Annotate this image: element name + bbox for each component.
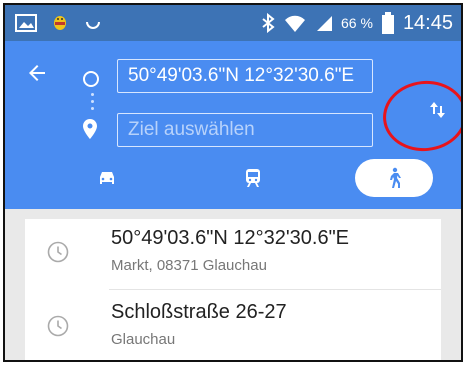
wifi-icon xyxy=(285,15,306,33)
item-title: Schloßstraße 26-27 xyxy=(111,301,287,323)
list-item[interactable]: 50°49'03.6"N 12°32'30.6"E Markt, 08371 G… xyxy=(25,219,441,290)
location-pin-icon xyxy=(83,119,97,143)
item-subtitle: Markt, 08371 Glauchau xyxy=(111,257,267,274)
divider xyxy=(109,289,441,290)
mode-transit-tab[interactable] xyxy=(235,159,271,197)
clock-icon xyxy=(47,241,69,263)
origin-circle-icon xyxy=(83,71,99,87)
travel-mode-tabs xyxy=(5,159,461,197)
clock-time: 14:45 xyxy=(402,11,453,34)
mode-driving-tab[interactable] xyxy=(89,159,125,197)
item-title: 50°49'03.6"N 12°32'30.6"E xyxy=(111,227,350,249)
clock-icon xyxy=(47,315,69,337)
screenshot-frame: 66 % 14:45 50°49'03.6"N 12°32'30.6"E Zie… xyxy=(3,3,463,362)
notification-icons xyxy=(15,13,103,33)
status-bar: 66 % 14:45 xyxy=(5,5,461,41)
route-dots-icon xyxy=(91,93,94,111)
train-icon xyxy=(246,169,260,187)
recent-destinations-list: 50°49'03.6"N 12°32'30.6"E Markt, 08371 G… xyxy=(25,219,441,360)
arrow-back-icon xyxy=(29,65,45,81)
car-icon xyxy=(100,172,114,184)
bluetooth-icon xyxy=(262,13,275,33)
back-button[interactable] xyxy=(19,55,55,91)
sync-icon xyxy=(86,21,100,29)
gallery-icon xyxy=(15,14,37,32)
item-subtitle: Glauchau xyxy=(111,331,176,348)
signal-icon xyxy=(317,16,333,31)
red-annotation-circle xyxy=(379,76,461,156)
battery-percent: 66 % xyxy=(341,15,373,31)
mode-walking-tab[interactable] xyxy=(355,159,433,197)
origin-input[interactable]: 50°49'03.6"N 12°32'30.6"E xyxy=(117,59,373,93)
directions-panel: 50°49'03.6"N 12°32'30.6"E Ziel auswählen xyxy=(5,41,461,209)
battery-icon xyxy=(381,12,394,34)
list-item[interactable]: Schloßstraße 26-27 Glauchau xyxy=(25,293,441,360)
status-indicators: 66 % 14:45 xyxy=(261,9,453,37)
walking-icon xyxy=(390,167,401,188)
destination-input[interactable]: Ziel auswählen xyxy=(117,113,373,147)
android-debug-icon xyxy=(54,16,66,30)
